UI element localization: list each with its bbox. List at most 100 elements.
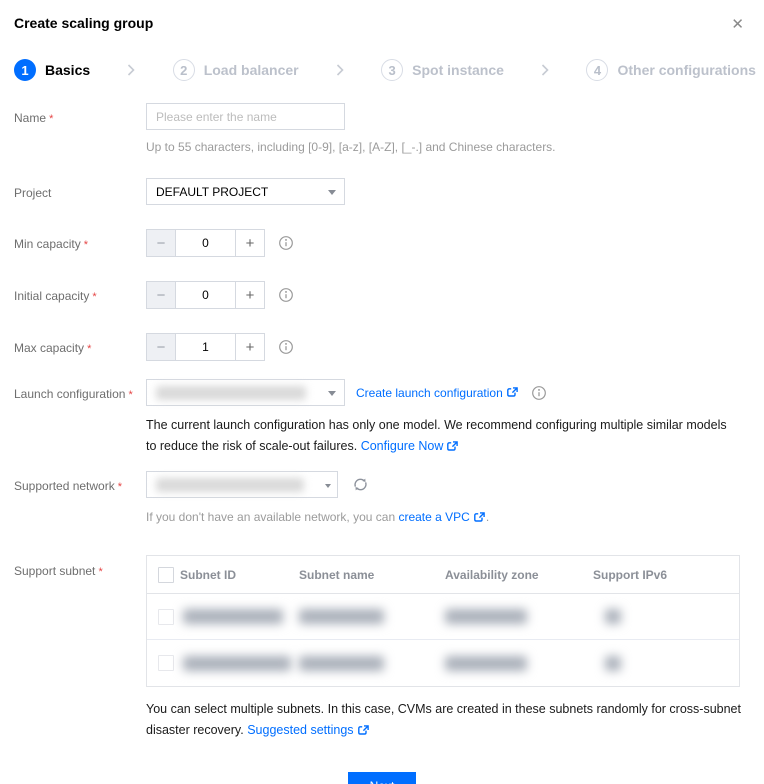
chevron-down-icon xyxy=(325,484,331,488)
redacted-value xyxy=(605,655,621,671)
create-vpc-link[interactable]: create a VPC xyxy=(398,509,485,526)
initial-capacity-row: Initial capacity − + xyxy=(14,281,764,309)
link-label: Create launch configuration xyxy=(356,385,503,400)
name-label: Name xyxy=(14,103,146,156)
external-link-icon xyxy=(506,387,518,397)
configure-now-link[interactable]: Configure Now xyxy=(361,436,460,457)
initial-capacity-input[interactable] xyxy=(176,281,235,309)
step-basics: 1 Basics xyxy=(14,59,90,81)
subnet-table-header: Subnet ID Subnet name Availability zone … xyxy=(147,556,739,594)
initial-capacity-stepper: − + xyxy=(146,281,265,309)
launch-configuration-warning: The current launch configuration has onl… xyxy=(146,415,731,457)
supported-network-help: If you don't have an available network, … xyxy=(146,509,764,526)
redacted-value xyxy=(445,655,527,671)
help-suffix: . xyxy=(485,510,490,524)
increment-button[interactable]: + xyxy=(235,281,265,309)
column-header: Subnet name xyxy=(299,567,375,582)
step-load-balancer: 2 Load balancer xyxy=(172,59,299,81)
column-header: Availability zone xyxy=(445,567,539,582)
min-capacity-input[interactable] xyxy=(176,229,235,257)
basics-form: Name Up to 55 characters, including [0-9… xyxy=(0,103,764,741)
min-capacity-label: Min capacity xyxy=(14,229,146,257)
launch-configuration-select[interactable] xyxy=(146,379,345,406)
initial-capacity-label: Initial capacity xyxy=(14,281,146,309)
step-label: Load balancer xyxy=(203,62,299,78)
chevron-down-icon xyxy=(328,391,336,396)
step-other-configurations: 4 Other configurations xyxy=(586,59,756,81)
next-button[interactable]: Next xyxy=(348,772,416,784)
decrement-button[interactable]: − xyxy=(146,281,176,309)
column-header: Support IPv6 xyxy=(593,567,668,582)
help-prefix: If you don't have an available network, … xyxy=(146,510,399,524)
link-label: Suggested settings xyxy=(247,723,354,737)
create-launch-configuration-link[interactable]: Create launch configuration xyxy=(356,386,519,400)
support-subnet-row: Support subnet Subnet ID Subnet name Ava… xyxy=(14,554,764,741)
info-icon[interactable] xyxy=(531,385,547,401)
table-row[interactable] xyxy=(147,640,739,686)
max-capacity-stepper: − + xyxy=(146,333,265,361)
info-icon[interactable] xyxy=(278,287,294,303)
info-icon[interactable] xyxy=(278,235,294,251)
step-number: 3 xyxy=(381,59,404,81)
link-label: create a VPC xyxy=(398,510,470,524)
step-wizard: 1 Basics 2 Load balancer 3 Spot instance… xyxy=(14,59,756,81)
increment-button[interactable]: + xyxy=(235,229,265,257)
max-capacity-label: Max capacity xyxy=(14,333,146,361)
redacted-value xyxy=(299,609,384,624)
note-text: You can select multiple subnets. In this… xyxy=(146,702,741,737)
link-label: Configure Now xyxy=(360,439,444,453)
launch-configuration-row: Launch configuration Create launch confi… xyxy=(14,379,764,457)
min-capacity-stepper: − + xyxy=(146,229,265,257)
suggested-settings-link[interactable]: Suggested settings xyxy=(247,720,369,741)
name-help-text: Up to 55 characters, including [0-9], [a… xyxy=(146,140,556,154)
decrement-button[interactable]: − xyxy=(146,333,176,361)
redacted-value xyxy=(299,655,384,671)
redacted-value xyxy=(156,385,306,400)
project-select[interactable]: DEFAULT PROJECT xyxy=(146,178,345,205)
supported-network-label: Supported network xyxy=(14,471,146,526)
name-input[interactable] xyxy=(146,103,345,130)
increment-button[interactable]: + xyxy=(235,333,265,361)
step-spot-instance: 3 Spot instance xyxy=(381,59,504,81)
chevron-down-icon xyxy=(328,190,336,195)
select-all-checkbox[interactable] xyxy=(158,566,174,583)
chevron-right-icon xyxy=(542,64,549,76)
step-number: 1 xyxy=(14,59,36,81)
table-row[interactable] xyxy=(147,594,739,640)
name-row: Name Up to 55 characters, including [0-9… xyxy=(14,103,764,156)
column-header: Subnet ID xyxy=(180,567,236,582)
chevron-right-icon xyxy=(128,64,136,76)
info-icon[interactable] xyxy=(278,339,294,355)
close-icon[interactable]: ✕ xyxy=(729,15,746,34)
support-subnet-label: Support subnet xyxy=(14,554,146,741)
subnet-note: You can select multiple subnets. In this… xyxy=(146,699,746,741)
redacted-value xyxy=(156,477,304,492)
decrement-button[interactable]: − xyxy=(146,229,176,257)
step-number: 2 xyxy=(172,59,195,81)
max-capacity-row: Max capacity − + xyxy=(14,333,764,361)
supported-network-row: Supported network If you don't have an a… xyxy=(14,471,764,526)
external-link-icon xyxy=(357,725,369,735)
external-link-icon xyxy=(473,512,485,522)
chevron-right-icon xyxy=(336,64,344,76)
project-row: Project DEFAULT PROJECT xyxy=(14,178,764,205)
min-capacity-row: Min capacity − + xyxy=(14,229,764,257)
step-number: 4 xyxy=(586,59,609,81)
step-label: Other configurations xyxy=(617,62,756,78)
subnet-table: Subnet ID Subnet name Availability zone … xyxy=(146,555,740,687)
redacted-value xyxy=(605,609,621,624)
project-label: Project xyxy=(14,186,52,200)
dialog-title: Create scaling group xyxy=(14,15,154,31)
redacted-value xyxy=(445,609,527,624)
step-label: Basics xyxy=(45,62,91,78)
refresh-icon[interactable] xyxy=(352,476,369,493)
row-checkbox[interactable] xyxy=(158,608,174,625)
supported-network-select[interactable] xyxy=(146,471,338,498)
redacted-value xyxy=(183,609,283,624)
max-capacity-input[interactable] xyxy=(176,333,235,361)
row-checkbox[interactable] xyxy=(158,655,174,671)
create-scaling-group-dialog: Create scaling group ✕ 1 Basics 2 Load b… xyxy=(0,0,764,784)
launch-configuration-label: Launch configuration xyxy=(14,379,146,457)
dialog-header: Create scaling group ✕ xyxy=(0,0,764,34)
project-selected-value: DEFAULT PROJECT xyxy=(156,184,269,199)
